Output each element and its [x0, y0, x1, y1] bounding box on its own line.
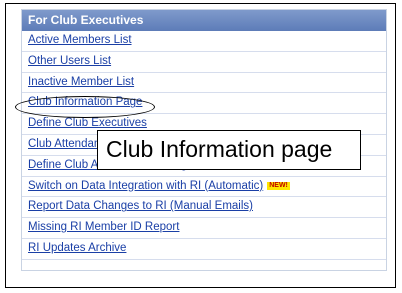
active-members-link[interactable]: Active Members List: [28, 34, 132, 46]
inactive-members-link[interactable]: Inactive Member List: [28, 76, 134, 88]
report-changes-link[interactable]: Report Data Changes to RI (Manual Emails…: [28, 200, 253, 212]
menu-item-other-users: Other Users List: [22, 52, 386, 73]
new-badge: NEW!: [267, 181, 290, 190]
menu-header: For Club Executives: [22, 10, 386, 31]
define-executives-link[interactable]: Define Club Executives: [28, 117, 147, 129]
menu-item-report-changes: Report Data Changes to RI (Manual Emails…: [22, 197, 386, 219]
data-integration-link[interactable]: Switch on Data Integration with RI (Auto…: [28, 180, 263, 192]
menu-item-data-integration: Switch on Data Integration with RI (Auto…: [22, 177, 386, 198]
menu-item-inactive-members: Inactive Member List: [22, 73, 386, 94]
menu-item-missing-id-report: Missing RI Member ID Report: [22, 218, 386, 239]
club-information-link[interactable]: Club Information Page: [28, 96, 142, 108]
other-users-link[interactable]: Other Users List: [28, 55, 111, 67]
updates-archive-link[interactable]: RI Updates Archive: [28, 242, 126, 254]
menu-item-updates-archive: RI Updates Archive: [22, 239, 386, 260]
callout-label: Club Information page: [97, 130, 361, 170]
menu-item-club-information: Club Information Page: [22, 93, 386, 115]
missing-id-report-link[interactable]: Missing RI Member ID Report: [28, 221, 179, 233]
menu-item-active-members: Active Members List: [22, 31, 386, 52]
